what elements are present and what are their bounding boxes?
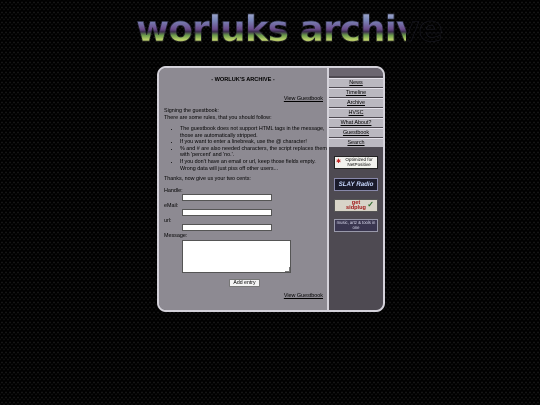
checkmark-icon: ✓ <box>367 200 374 209</box>
url-label: url: <box>164 218 172 224</box>
rule-item: If you want to enter a linebreak, use th… <box>180 139 330 146</box>
star-icon: ✱ <box>336 159 342 165</box>
content-frame: - WORLUK'S ARCHIVE - View Guestbook Sign… <box>157 66 385 312</box>
handle-input[interactable] <box>182 194 272 201</box>
nav-item-what-about[interactable]: What About? <box>329 118 383 127</box>
nav-header <box>329 68 383 76</box>
url-input[interactable] <box>182 224 272 231</box>
view-guestbook-link-bottom[interactable]: View Guestbook <box>284 293 323 300</box>
add-entry-button[interactable]: Add entry <box>229 279 260 287</box>
nav-item-news[interactable]: News <box>329 78 383 87</box>
rules-list: The guestbook does not support HTML tags… <box>172 126 330 172</box>
handle-label: Handle: <box>164 188 183 194</box>
email-label: eMail: <box>164 203 179 209</box>
intro-heading: Signing the guestbook: <box>164 108 219 114</box>
form-intro: Thanks, now give us your two cents: <box>164 176 251 182</box>
intro-subheading: There are some rules, that you should fo… <box>164 114 272 121</box>
art-badge[interactable]: music, artz & tools in one <box>334 219 378 232</box>
nav-item-archive[interactable]: Archive <box>329 98 383 107</box>
netpositive-badge[interactable]: ✱ Optimized for NetPositive <box>334 156 378 169</box>
nav-item-hvsc[interactable]: HVSC <box>329 108 383 117</box>
message-textarea[interactable] <box>182 240 291 273</box>
message-label: Message: <box>164 233 188 239</box>
page-title: - WORLUK'S ARCHIVE - <box>211 77 275 83</box>
email-input[interactable] <box>182 209 272 216</box>
nav-item-search[interactable]: Search <box>329 138 383 147</box>
sidebar-nav: News Timeline Archive HVSC What About? G… <box>329 68 383 310</box>
rule-item: If you don't have an email or url, keep … <box>180 159 330 172</box>
rule-item: The guestbook does not support HTML tags… <box>180 126 330 139</box>
rule-item: % and # are also needed characters, the … <box>180 146 330 159</box>
intro-text: Signing the guestbook: There are some ru… <box>164 108 324 121</box>
netpositive-badge-text: Optimized for NetPositive <box>345 157 373 167</box>
sidplug-badge[interactable]: get sidplug ✓ <box>334 199 378 212</box>
view-guestbook-link-top[interactable]: View Guestbook <box>284 96 323 103</box>
nav-item-timeline[interactable]: Timeline <box>329 88 383 97</box>
nav-item-guestbook[interactable]: Guestbook <box>329 128 383 137</box>
site-logo: worluks archive <box>136 9 443 51</box>
slay-radio-badge[interactable]: SLAY Radio <box>334 178 378 191</box>
guestbook-panel: - WORLUK'S ARCHIVE - View Guestbook Sign… <box>159 68 329 310</box>
